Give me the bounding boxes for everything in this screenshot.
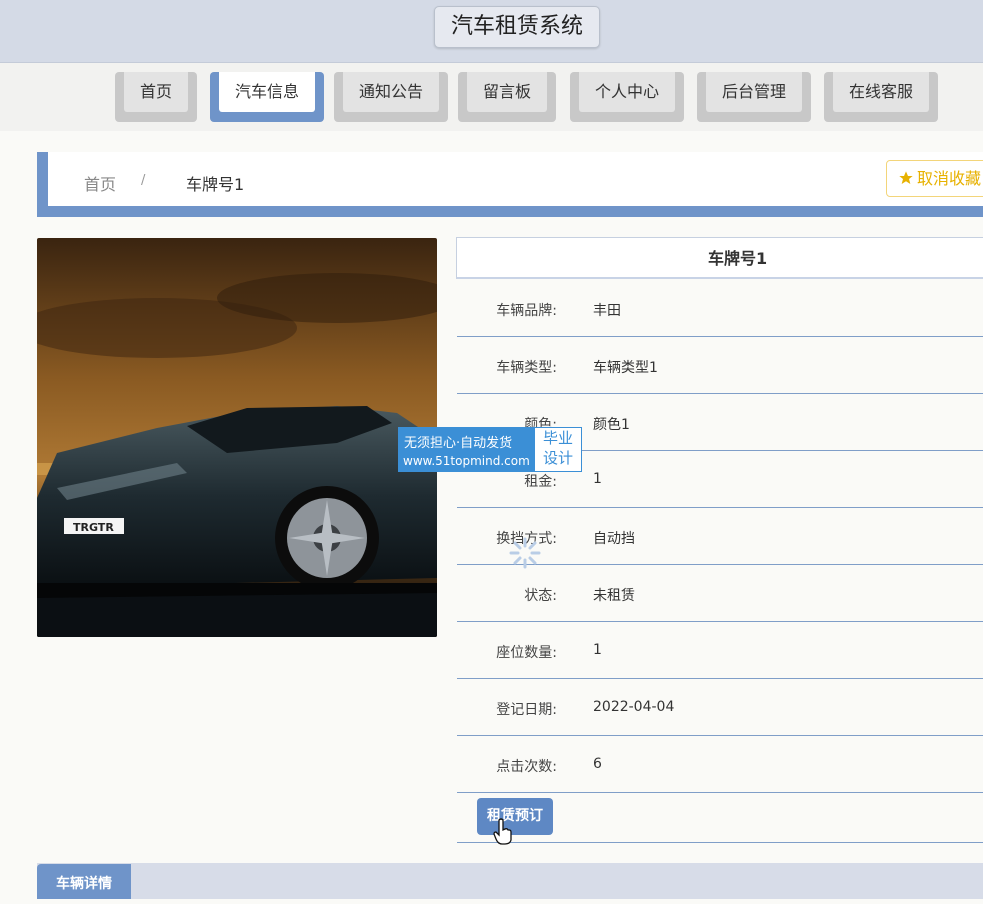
watermark-badge: 毕业 设计	[534, 427, 582, 472]
field-value: 2022-04-04	[593, 699, 675, 715]
loading-spinner-icon	[509, 537, 541, 569]
nav-item-label: 在线客服	[833, 72, 929, 112]
nav-item-label: 汽车信息	[219, 72, 315, 112]
nav-item-label: 个人中心	[579, 72, 675, 112]
field-value: 颜色1	[593, 417, 630, 433]
field-value: 车辆类型1	[593, 360, 658, 376]
field-label: 租金:	[524, 474, 557, 490]
field-label: 座位数量:	[496, 645, 557, 661]
field-value: 1	[593, 642, 602, 658]
watermark-line2: www.51topmind.com	[403, 454, 530, 468]
field-value: 1	[593, 471, 602, 487]
star-icon	[899, 171, 913, 184]
watermark-side2: 设计	[542, 449, 573, 467]
nav-item-personal-center[interactable]: 个人中心	[570, 72, 684, 122]
field-row-seats: 座位数量: 1	[457, 621, 983, 679]
breadcrumb-current: 车牌号1	[186, 175, 245, 194]
unfavorite-button[interactable]: 取消收藏	[886, 160, 983, 197]
field-row-status: 状态: 未租赁	[457, 564, 983, 622]
field-row-register-date: 登记日期: 2022-04-04	[457, 678, 983, 736]
field-value: 自动挡	[593, 531, 635, 547]
nav-item-home[interactable]: 首页	[115, 72, 197, 122]
nav-item-label: 留言板	[467, 72, 547, 112]
field-row-clicks: 点击次数: 6	[457, 735, 983, 793]
site-title: 汽车租赁系统	[434, 6, 600, 48]
nav-item-message-board[interactable]: 留言板	[458, 72, 556, 122]
field-label: 点击次数:	[496, 759, 557, 775]
license-plate: TRGTR	[73, 521, 114, 534]
nav-item-label: 首页	[124, 72, 188, 112]
field-label: 车辆品牌:	[496, 303, 557, 319]
detail-title: 车牌号1	[456, 237, 983, 279]
tab-vehicle-details[interactable]: 车辆详情	[37, 864, 131, 899]
watermark-banner: 无须担心·自动发货 www.51topmind.com	[398, 427, 534, 472]
field-label: 状态:	[524, 588, 557, 604]
hand-cursor-icon	[493, 818, 512, 845]
breadcrumb-home-link[interactable]: 首页	[84, 171, 116, 195]
nav-item-admin[interactable]: 后台管理	[697, 72, 811, 122]
nav-item-online-service[interactable]: 在线客服	[824, 72, 938, 122]
watermark-line1: 无须担心·自动发货	[404, 436, 513, 451]
field-label: 登记日期:	[496, 702, 557, 718]
nav-item-notices[interactable]: 通知公告	[334, 72, 448, 122]
breadcrumb: 首页 / 车牌号1	[37, 152, 983, 217]
unfavorite-label: 取消收藏	[917, 169, 982, 188]
field-label: 换挡方式:	[496, 531, 557, 547]
field-value: 未租赁	[593, 588, 635, 604]
field-value: 6	[593, 756, 602, 772]
watermark-side1: 毕业	[542, 429, 573, 447]
field-row-brand: 车辆品牌: 丰田	[457, 279, 983, 337]
car-image: TRGTR	[37, 238, 437, 637]
rent-reserve-button[interactable]: 租赁预订	[477, 798, 553, 835]
breadcrumb-separator: /	[141, 173, 146, 188]
watermark: 无须担心·自动发货 www.51topmind.com 毕业 设计	[398, 427, 582, 472]
nav-item-label: 通知公告	[343, 72, 439, 112]
nav-item-car-info[interactable]: 汽车信息	[210, 72, 324, 122]
field-value: 丰田	[593, 303, 621, 319]
nav-item-label: 后台管理	[706, 72, 802, 112]
divider	[457, 842, 983, 843]
tabs-bar	[37, 863, 983, 899]
field-label: 车辆类型:	[496, 360, 557, 376]
field-row-type: 车辆类型: 车辆类型1	[457, 336, 983, 394]
